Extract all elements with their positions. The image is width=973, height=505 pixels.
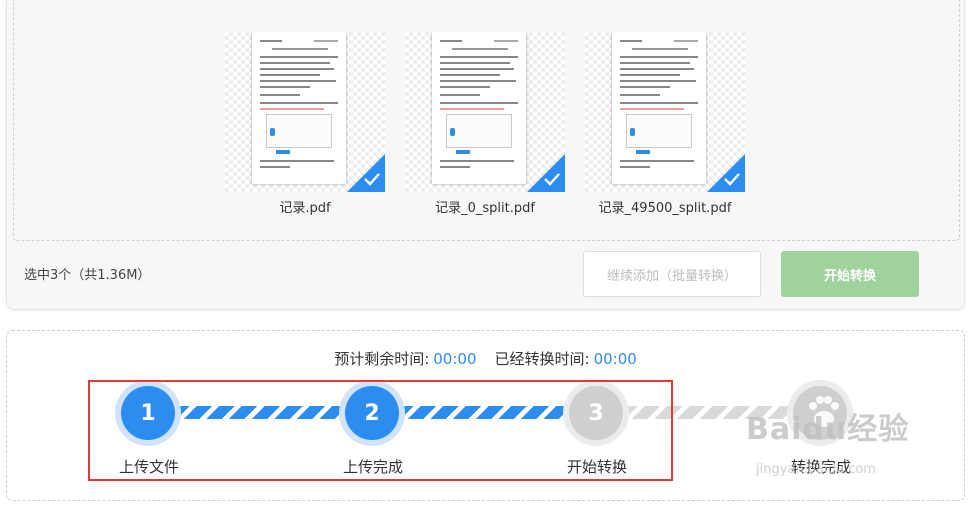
continue-add-button[interactable]: 继续添加（批量转换） [583, 251, 761, 297]
file-card[interactable]: 记录.pdf [225, 32, 385, 216]
checkmark-icon [544, 173, 560, 186]
file-card[interactable]: 记录_0_split.pdf [405, 32, 565, 216]
pdf-page-preview [432, 32, 526, 184]
pdf-page-preview [252, 32, 346, 184]
start-convert-button[interactable]: 开始转换 [781, 251, 919, 297]
file-card[interactable]: 记录_49500_split.pdf [585, 32, 745, 216]
checkmark-icon [364, 173, 380, 186]
pdf-thumbnail [225, 32, 385, 192]
watermark-url: jingyan.baidu.com [756, 462, 876, 477]
file-name: 记录_49500_split.pdf [598, 201, 732, 216]
checkmark-icon [724, 173, 740, 186]
time-row: 预计剩余时间: 00:00 已经转换时间: 00:00 [7, 348, 964, 369]
file-name: 记录.pdf [279, 201, 331, 216]
remaining-time-value: 00:00 [433, 350, 477, 368]
pdf-thumbnail [585, 32, 745, 192]
selection-summary: 选中3个（共1.36M） [24, 268, 151, 283]
file-name: 记录_0_split.pdf [435, 201, 535, 216]
elapsed-time-label: 已经转换时间: [494, 350, 590, 368]
annotation-highlight-box [88, 380, 673, 481]
watermark-logo: Baidu经验 [746, 412, 910, 447]
pdf-page-preview [612, 32, 706, 184]
remaining-time-label: 预计剩余时间: [334, 350, 430, 368]
elapsed-time-value: 00:00 [593, 350, 637, 368]
pdf-thumbnail [405, 32, 565, 192]
